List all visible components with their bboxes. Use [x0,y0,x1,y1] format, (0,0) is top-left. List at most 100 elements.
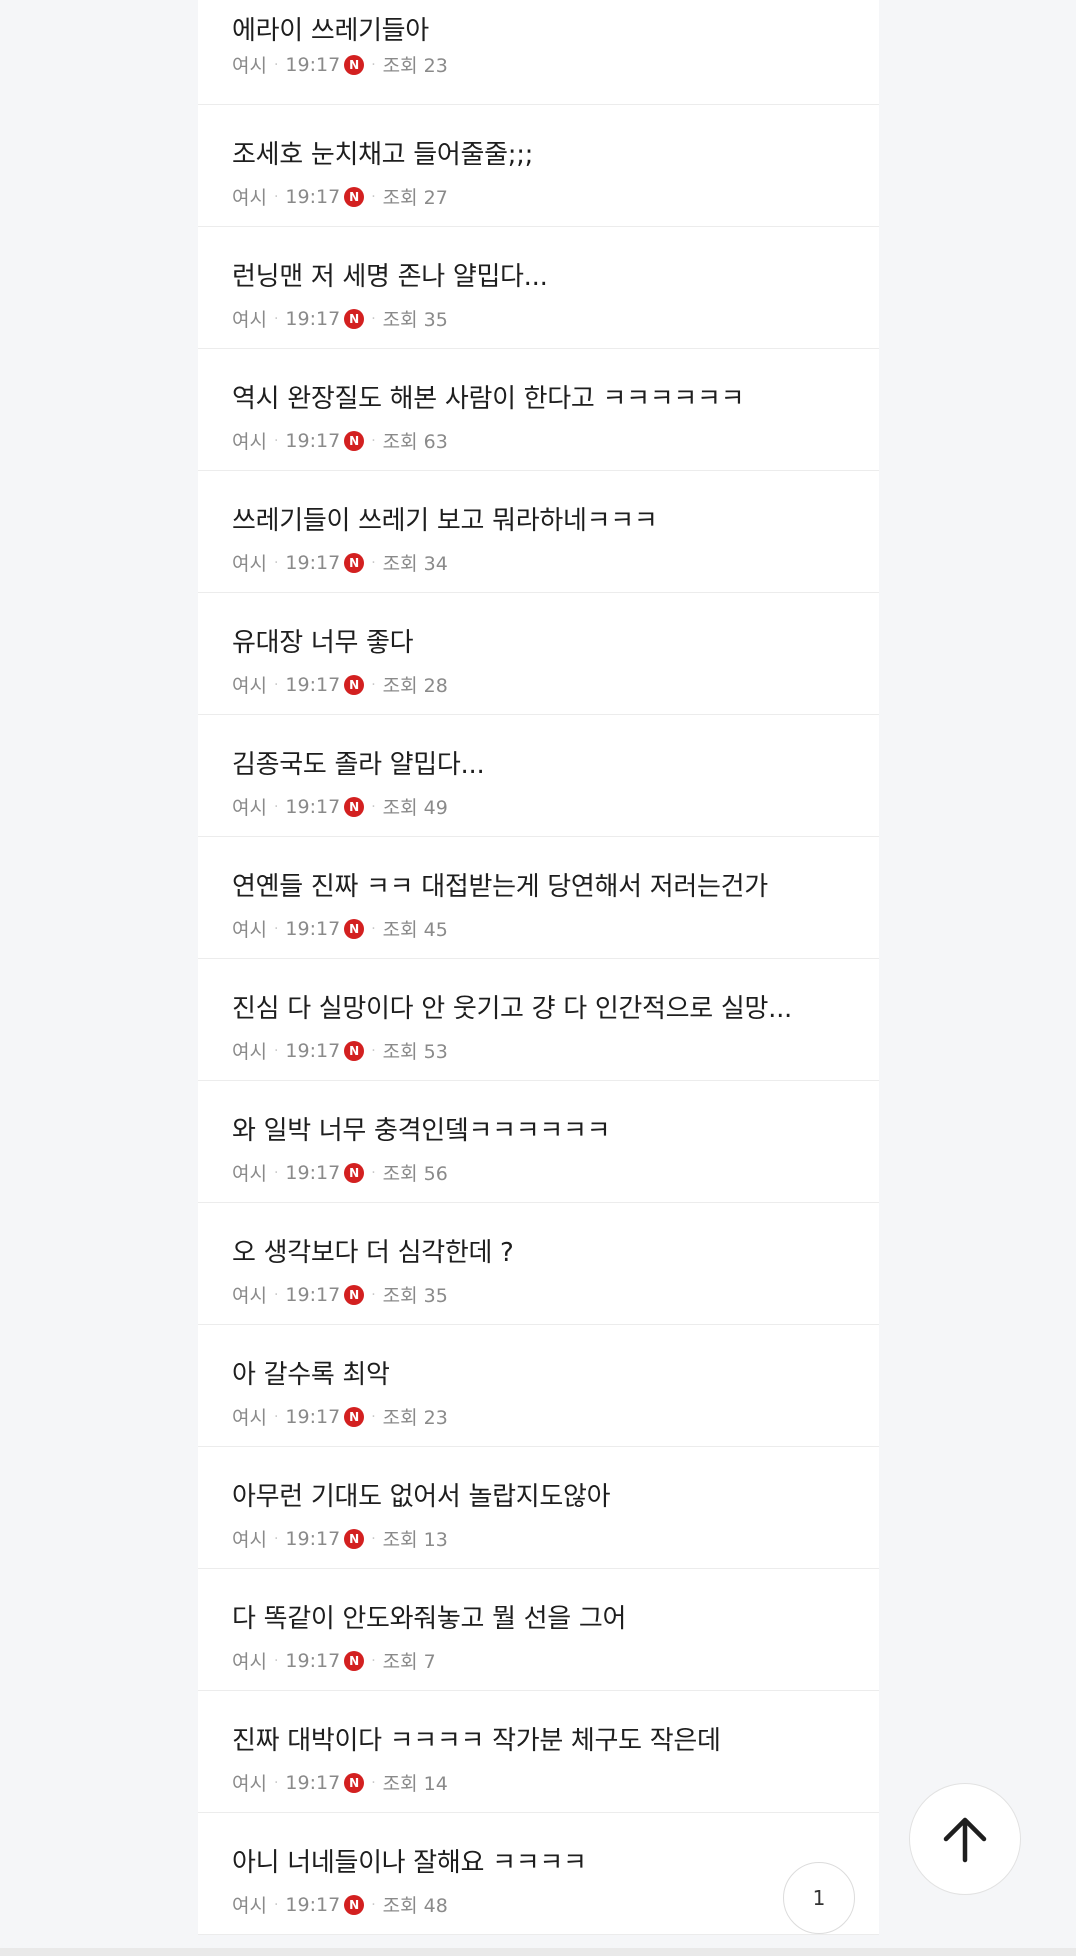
post-title[interactable]: 김종국도 졸라 얄밉다... [232,744,485,781]
post-time: 19:17 [285,551,341,574]
post-meta: 여시 · 19:17 N · 조회 53 [232,1037,448,1064]
separator-dot: · [371,1774,376,1791]
post-author: 여시 [232,1163,267,1185]
separator-dot: · [273,1286,279,1303]
separator-dot: · [371,1042,376,1059]
separator-dot: · [273,1774,279,1791]
post-title[interactable]: 다 똑같이 안도와줘놓고 뭘 선을 그어 [232,1598,626,1635]
separator-dot: · [371,1164,376,1181]
post-meta: 여시 · 19:17 N · 조회 48 [232,1891,448,1918]
post-title[interactable]: 와 일박 너무 충격인뎈ㅋㅋㅋㅋㅋㅋ [232,1110,611,1147]
post-meta: 여시 · 19:17 N · 조회 13 [232,1525,448,1552]
scroll-to-top-button[interactable] [909,1783,1021,1895]
new-badge-icon: N [344,1406,365,1427]
separator-dot: · [371,676,376,693]
new-badge-icon: N [344,796,365,817]
separator-dot: · [371,798,376,815]
new-badge-icon: N [344,1284,365,1305]
post-time: 19:17 [285,307,341,330]
post-title[interactable]: 에라이 쓰레기들아 [232,10,429,47]
post-meta: 여시 · 19:17 N · 조회 63 [232,427,448,454]
post-title[interactable]: 조세호 눈치채고 들어줄줄;;; [232,134,533,171]
post-item[interactable]: 다 똑같이 안도와줘놓고 뭘 선을 그어여시 · 19:17 N · 조회 7 [198,1569,879,1691]
post-time: 19:17 [285,1527,341,1550]
post-views: 조회 27 [382,187,448,209]
post-item[interactable]: 김종국도 졸라 얄밉다... 여시 · 19:17 N · 조회 49 [198,715,879,837]
post-views: 조회 45 [382,919,448,941]
separator-dot: · [273,1042,279,1059]
bottom-divider [0,1948,1076,1956]
post-item[interactable]: 런닝맨 저 세명 존나 얄밉다... 여시 · 19:17 N · 조회 35 [198,227,879,349]
separator-dot: · [371,1408,376,1425]
post-meta: 여시 · 19:17 N · 조회 49 [232,793,448,820]
separator-dot: · [371,432,376,449]
page-indicator[interactable]: 1 [783,1862,855,1934]
post-time: 19:17 [285,1893,341,1916]
post-views: 조회 48 [382,1895,448,1917]
post-author: 여시 [232,797,267,819]
post-list: 에라이 쓰레기들아 여시 · 19:17 N · 조회 23 조세호 눈치채고 들어줄줄;;;… [198,0,879,1935]
post-item[interactable]: 와 일박 너무 충격인뎈ㅋㅋㅋㅋㅋㅋ 여시 · 19:17 N · 조회 56 [198,1081,879,1203]
separator-dot: · [371,554,376,571]
post-views: 조회 53 [382,1041,448,1063]
separator-dot: · [371,1286,376,1303]
separator-dot: · [273,1408,279,1425]
new-badge-icon: N [344,1528,365,1549]
post-author: 여시 [232,919,267,941]
new-badge-icon: N [344,308,365,329]
post-views: 조회 34 [382,553,448,575]
post-item[interactable]: 쓰레기들이 쓰레기 보고 뭐라하네ㅋㅋㅋ 여시 · 19:17 N · 조회 34 [198,471,879,593]
post-item[interactable]: 진심 다 실망이다 안 웃기고 걍 다 인간적으로 실망... 여시 · 19:17 N… [198,959,879,1081]
post-item[interactable]: 진짜 대박이다 ㅋㅋㅋㅋ 작가분 체구도 작은데 여시 · 19:17 N · 조회 14 [198,1691,879,1813]
post-title[interactable]: 역시 완장질도 해본 사람이 한다고 ㅋㅋㅋㅋㅋㅋ [232,378,745,415]
post-item[interactable]: 유대장 너무 좋다 여시 · 19:17 N · 조회 28 [198,593,879,715]
post-meta: 여시 · 19:17 N · 조회 35 [232,1281,448,1308]
post-item[interactable]: 아니 너네들이나 잘해요 ㅋㅋㅋㅋ 여시 · 19:17 N · 조회 48 [198,1813,879,1935]
post-title[interactable]: 런닝맨 저 세명 존나 얄밉다... [232,256,548,293]
separator-dot: · [273,188,279,205]
post-item[interactable]: 아 갈수록 최악 여시 · 19:17 N · 조회 23 [198,1325,879,1447]
post-meta: 여시 · 19:17 N · 조회 23 [232,1403,448,1430]
post-title[interactable]: 아무런 기대도 없어서 놀랍지도않아 [232,1476,611,1513]
post-author: 여시 [232,1773,267,1795]
post-item[interactable]: 조세호 눈치채고 들어줄줄;;; 여시 · 19:17 N · 조회 27 [198,105,879,227]
post-item[interactable]: 아무런 기대도 없어서 놀랍지도않아 여시 · 19:17 N · 조회 13 [198,1447,879,1569]
post-meta: 여시 · 19:17 N · 조회 45 [232,915,448,942]
post-title[interactable]: 아니 너네들이나 잘해요 ㅋㅋㅋㅋ [232,1842,587,1879]
separator-dot: · [273,1530,279,1547]
post-meta: 여시 · 19:17 N · 조회 7 [232,1647,436,1674]
post-title[interactable]: 아 갈수록 최악 [232,1354,390,1391]
post-item[interactable]: 역시 완장질도 해본 사람이 한다고 ㅋㅋㅋㅋㅋㅋ 여시 · 19:17 N · 조회 63 [198,349,879,471]
post-item[interactable]: 오 생각보다 더 심각한데 ? 여시 · 19:17 N · 조회 35 [198,1203,879,1325]
separator-dot: · [371,56,376,73]
post-title[interactable]: 진심 다 실망이다 안 웃기고 걍 다 인간적으로 실망... [232,988,792,1025]
post-time: 19:17 [285,1039,341,1062]
post-title[interactable]: 진짜 대박이다 ㅋㅋㅋㅋ 작가분 체구도 작은데 [232,1720,721,1757]
post-views: 조회 35 [382,1285,448,1307]
post-author: 여시 [232,431,267,453]
post-author: 여시 [232,1651,267,1673]
post-meta: 여시 · 19:17 N · 조회 27 [232,183,448,210]
new-badge-icon: N [344,1772,365,1793]
post-views: 조회 23 [382,1407,448,1429]
separator-dot: · [273,554,279,571]
new-badge-icon: N [344,1650,365,1671]
post-meta: 여시 · 19:17 N · 조회 56 [232,1159,448,1186]
post-author: 여시 [232,1529,267,1551]
post-author: 여시 [232,553,267,575]
post-views: 조회 49 [382,797,448,819]
separator-dot: · [273,920,279,937]
post-title[interactable]: 연옌들 진짜 ㅋㅋ 대접받는게 당연해서 저러는건가 [232,866,768,903]
post-item[interactable]: 연옌들 진짜 ㅋㅋ 대접받는게 당연해서 저러는건가 여시 · 19:17 N · 조회 4… [198,837,879,959]
separator-dot: · [273,432,279,449]
post-time: 19:17 [285,185,341,208]
post-time: 19:17 [285,673,341,696]
post-item[interactable]: 에라이 쓰레기들아 여시 · 19:17 N · 조회 23 [198,0,879,105]
post-title[interactable]: 오 생각보다 더 심각한데 ? [232,1232,514,1269]
post-author: 여시 [232,1895,267,1917]
page-number: 1 [812,1886,826,1910]
post-title[interactable]: 쓰레기들이 쓰레기 보고 뭐라하네ㅋㅋㅋ [232,500,658,537]
post-time: 19:17 [285,795,341,818]
post-time: 19:17 [285,1161,341,1184]
post-title[interactable]: 유대장 너무 좋다 [232,622,414,659]
